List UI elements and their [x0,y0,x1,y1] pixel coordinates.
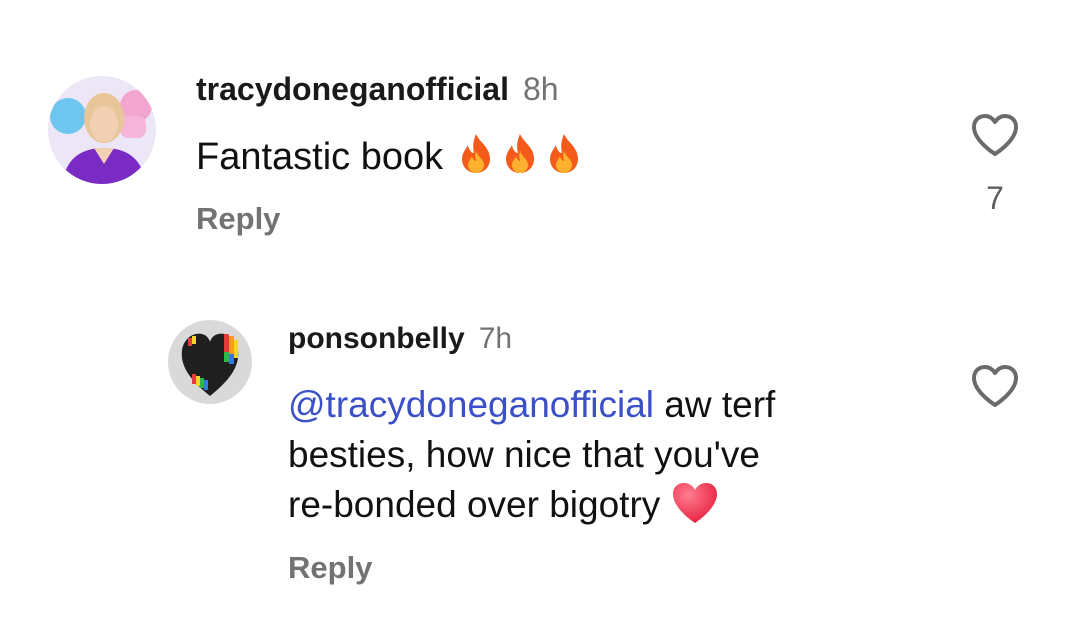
comment-time: 8h [522,71,559,107]
comment-line: re-bonded over bigotry [288,480,775,530]
username-link[interactable]: ponsonbelly [288,322,465,355]
comment-text: Fantastic book [196,131,586,179]
heart-outline-icon [972,114,1018,156]
reply-button[interactable]: Reply [196,201,280,237]
comment-line: besties, how nice that you've [288,434,760,475]
comment-line: @tracydoneganofficial aw terf [288,380,775,430]
comment-text: @tracydoneganofficial aw terf besties, h… [288,380,775,530]
comment-username[interactable]: tracydoneganofficial 8h [196,71,559,108]
like-count: 7 [986,180,1004,216]
heart-outline-icon [972,365,1018,407]
fire-icon [549,134,578,173]
like-button[interactable] [970,364,1020,408]
comment-text-body: aw terf [654,384,776,425]
red-heart-icon [672,483,717,523]
reply-button[interactable]: Reply [288,550,372,586]
comment-text-body: re-bonded over bigotry [288,484,661,525]
comment-text-body: Fantastic book [196,136,444,178]
avatar[interactable] [48,76,156,184]
avatar[interactable] [168,320,252,404]
fire-icon [461,134,490,173]
comment-time: 7h [478,322,513,355]
fire-emoji-group [454,134,586,178]
comment-username[interactable]: ponsonbelly 7h [288,322,512,356]
like-button[interactable] [970,113,1020,157]
username-link[interactable]: tracydoneganofficial [196,71,509,107]
mention-link[interactable]: @tracydoneganofficial [288,384,654,425]
fire-icon [505,134,534,173]
